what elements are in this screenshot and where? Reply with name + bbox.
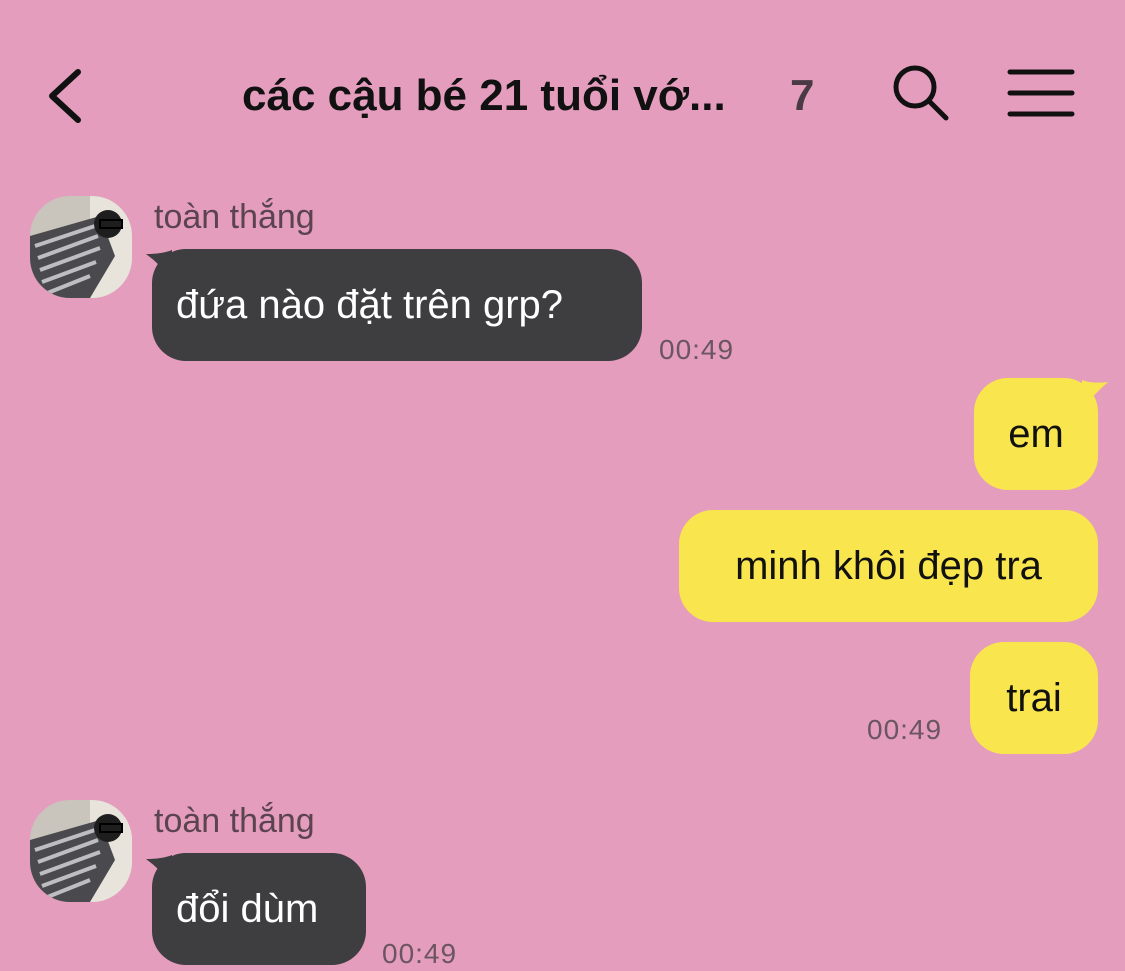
sender-name: toàn thắng (154, 802, 315, 840)
message-bubble[interactable]: em (974, 378, 1098, 490)
sender-name: toàn thắng (154, 198, 315, 236)
chat-header: các cậu bé 21 tuổi vớ... 7 (0, 0, 1125, 190)
chat-title[interactable]: các cậu bé 21 tuổi vớ... (242, 66, 726, 126)
message-time: 00:49 (867, 714, 943, 745)
message-bubble[interactable]: trai (970, 642, 1098, 754)
chevron-left-icon[interactable] (42, 66, 90, 126)
message-bubble[interactable]: đổi dùm (152, 853, 366, 965)
message-time: 00:49 (659, 334, 735, 365)
message-bubble[interactable]: đứa nào đặt trên grp? (152, 249, 642, 361)
avatar[interactable] (30, 196, 132, 298)
message-bubble[interactable]: minh khôi đẹp tra (679, 510, 1098, 622)
search-icon[interactable] (890, 62, 952, 124)
message-time: 00:49 (382, 938, 458, 969)
avatar[interactable] (30, 800, 132, 902)
menu-icon[interactable] (1006, 66, 1076, 120)
member-count: 7 (790, 71, 815, 120)
